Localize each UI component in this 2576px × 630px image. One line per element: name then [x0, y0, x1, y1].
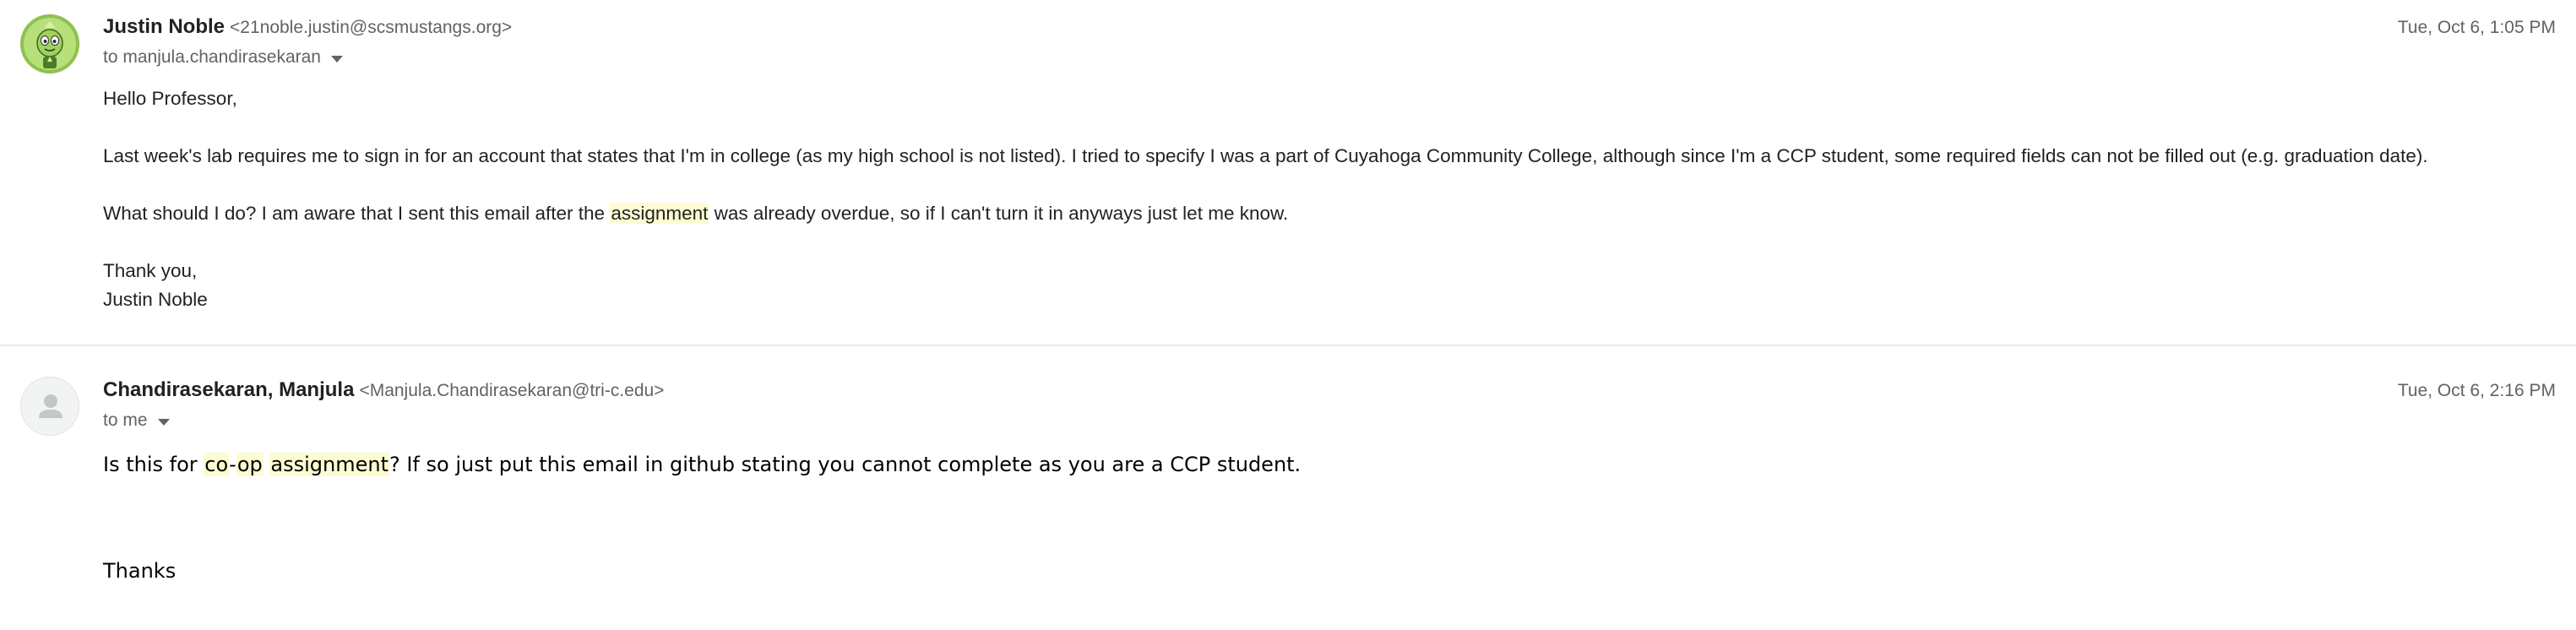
- recipient-details-toggle[interactable]: to me: [103, 410, 170, 431]
- text-segment: -: [229, 453, 236, 476]
- sender-name[interactable]: Chandirasekaran, Manjula: [103, 378, 354, 401]
- message-body: Is this for co-op assignment? If so just…: [103, 448, 2535, 588]
- sender-avatar[interactable]: [20, 377, 79, 436]
- signature: Justin Noble: [103, 289, 208, 310]
- text-segment: ? If so just put this email in github st…: [389, 453, 1302, 476]
- sender-email: <Manjula.Chandirasekaran@tri-c.edu>: [359, 381, 665, 400]
- sender-name[interactable]: Justin Noble: [103, 15, 225, 38]
- recipient-label: to manjula.chandirasekaran: [103, 47, 321, 67]
- caret-down-icon[interactable]: [331, 55, 343, 62]
- caret-down-icon[interactable]: [157, 418, 170, 426]
- message-timestamp: Tue, Oct 6, 1:05 PM: [2397, 18, 2556, 37]
- text-segment: Is this for: [103, 453, 204, 476]
- sender-email: <21noble.justin@scsmustangs.org>: [230, 18, 513, 37]
- text-segment: was already overdue, so if I can't turn …: [709, 203, 1289, 224]
- search-highlight: co: [204, 453, 230, 476]
- search-highlight: assignment: [610, 203, 709, 224]
- sender-line: Chandirasekaran, Manjula <Manjula.Chandir…: [103, 378, 664, 402]
- recipient-details-toggle[interactable]: to manjula.chandirasekaran: [103, 47, 343, 68]
- email-message-2: Chandirasekaran, Manjula <Manjula.Chandir…: [0, 346, 2576, 630]
- text-segment: What should I do? I am aware that I sent…: [103, 203, 611, 224]
- message-body: Hello Professor, Last week's lab require…: [103, 84, 2535, 314]
- sender-line: Justin Noble <21noble.justin@scsmustangs.…: [103, 15, 512, 39]
- body-paragraph: Last week's lab requires me to sign in f…: [103, 145, 2428, 166]
- person-icon: [39, 394, 62, 418]
- body-paragraph: What should I do? I am aware that I sent…: [103, 199, 2535, 228]
- body-paragraph: Is this for co-op assignment? If so just…: [103, 448, 2535, 481]
- greeting: Hello Professor,: [103, 88, 237, 109]
- search-highlight: op: [236, 453, 264, 476]
- search-highlight: assignment: [269, 453, 389, 476]
- signoff: Thank you,: [103, 260, 198, 281]
- email-message-1: Justin Noble <21noble.justin@scsmustangs.…: [0, 0, 2576, 345]
- sender-avatar[interactable]: [20, 14, 79, 73]
- recipient-label: to me: [103, 410, 148, 430]
- message-timestamp: Tue, Oct 6, 2:16 PM: [2397, 381, 2556, 400]
- gem-character-avatar-icon: [20, 14, 79, 73]
- closing: Thanks: [103, 559, 177, 583]
